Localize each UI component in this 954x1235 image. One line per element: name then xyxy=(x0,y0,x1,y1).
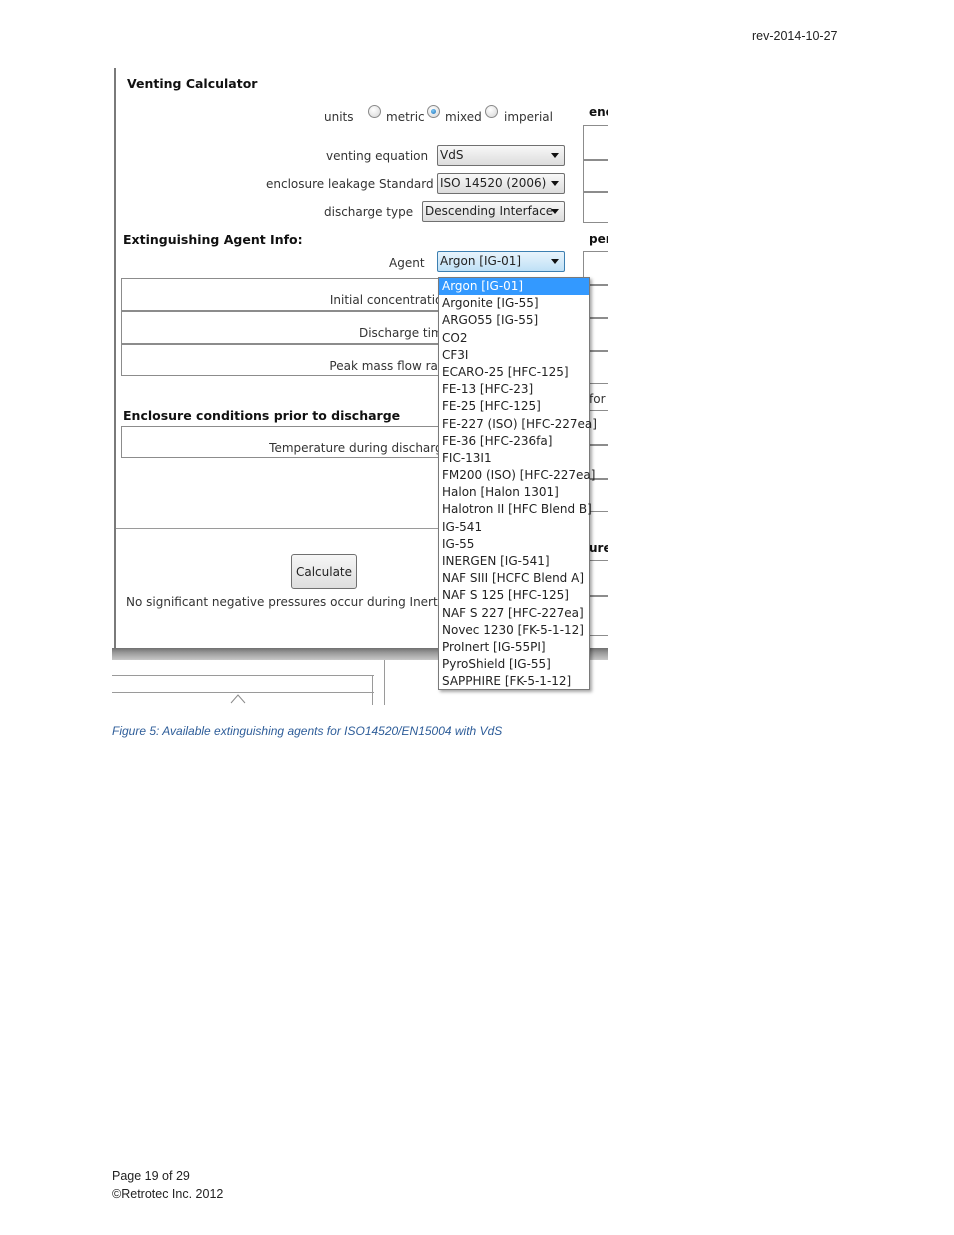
agent-option[interactable]: ARGO55 [IG-55] xyxy=(439,312,589,329)
units-option-imperial: imperial xyxy=(504,110,553,124)
agent-option[interactable]: CO2 xyxy=(439,330,589,347)
agent-option[interactable]: Novec 1230 [FK-5-1-12] xyxy=(439,622,589,639)
right-panel-field[interactable] xyxy=(583,125,608,160)
venting-equation-label: venting equation xyxy=(326,149,429,163)
units-radio-imperial[interactable] xyxy=(485,105,498,118)
agent-option[interactable]: FE-36 [HFC-236fa] xyxy=(439,433,589,450)
agent-option[interactable]: IG-55 xyxy=(439,536,589,553)
units-option-metric: metric xyxy=(386,110,425,124)
discharge-time-label: Discharge time xyxy=(358,326,450,340)
right-panel-field[interactable] xyxy=(583,160,608,192)
enclosure-leakage-standard-label: enclosure leakage Standard xyxy=(266,177,434,191)
chevron-down-icon xyxy=(551,209,559,214)
agent-value: Argon [IG-01] xyxy=(440,254,522,268)
peak-mass-flow-rate-row: Peak mass flow rate xyxy=(121,344,451,376)
window-title: Venting Calculator xyxy=(127,76,258,91)
divider xyxy=(116,528,446,529)
right-panel-header-fragment: per xyxy=(589,232,608,246)
agent-option[interactable]: Halotron II [HFC Blend B] xyxy=(439,501,592,518)
units-radio-mixed[interactable] xyxy=(427,105,440,118)
right-panel-field[interactable] xyxy=(583,192,608,223)
background-window-edge xyxy=(372,675,373,705)
discharge-type-value: Descending Interface xyxy=(425,204,554,218)
venting-equation-value: VdS xyxy=(440,148,464,162)
agent-label: Agent xyxy=(389,256,425,270)
peak-mass-flow-rate-label: Peak mass flow rate xyxy=(329,359,450,373)
chevron-down-icon xyxy=(551,181,559,186)
chevron-up-icon xyxy=(230,694,246,704)
units-option-mixed: mixed xyxy=(445,110,482,124)
agent-option[interactable]: ProInert [IG-55PI] xyxy=(439,639,589,656)
units-label: units xyxy=(324,110,354,124)
agent-option[interactable]: FE-227 (ISO) [HFC-227ea] xyxy=(439,416,597,433)
agent-option[interactable]: NAF SIII [HCFC Blend A] xyxy=(439,570,589,587)
units-radio-metric[interactable] xyxy=(368,105,381,118)
status-message: No significant negative pressures occur … xyxy=(126,595,458,609)
discharge-type-label: discharge type xyxy=(324,205,414,219)
agent-option[interactable]: NAF S 227 [HFC-227ea] xyxy=(439,605,589,622)
agent-option[interactable]: CF3I xyxy=(439,347,589,364)
footer-copyright: ©Retrotec Inc. 2012 xyxy=(112,1187,224,1201)
agent-option[interactable]: PyroShield [IG-55] xyxy=(439,656,589,673)
agent-option[interactable]: FE-25 [HFC-125] xyxy=(439,398,589,415)
discharge-type-select[interactable]: Descending Interface xyxy=(422,201,565,222)
agent-option[interactable]: ECARO-25 [HFC-125] xyxy=(439,364,589,381)
figure-caption: Figure 5: Available extinguishing agents… xyxy=(112,724,503,738)
agent-option[interactable]: Halon [Halon 1301] xyxy=(439,484,589,501)
background-window-edge xyxy=(112,675,374,676)
temperature-during-discharge-label: Temperature during discharge xyxy=(269,441,450,455)
chevron-down-icon xyxy=(551,259,559,264)
venting-equation-select[interactable]: VdS xyxy=(437,145,565,166)
agent-option[interactable]: IG-541 xyxy=(439,519,589,536)
venting-calculator-screenshot: Venting Calculator units metric mixed im… xyxy=(112,68,608,705)
agent-option[interactable]: FIC-13I1 xyxy=(439,450,589,467)
enclosure-section-title: Enclosure conditions prior to discharge xyxy=(123,408,401,423)
right-panel-header-fragment: ure xyxy=(589,541,608,555)
initial-concentration-row: Initial concentration xyxy=(121,278,451,311)
agent-option[interactable]: NAF S 125 [HFC-125] xyxy=(439,587,589,604)
agent-option[interactable]: Argonite [IG-55] xyxy=(439,295,589,312)
agent-option[interactable]: SAPPHIRE [FK-5-1-12] xyxy=(439,673,589,690)
temperature-during-discharge-row: Temperature during discharge xyxy=(121,426,451,458)
agent-option[interactable]: FE-13 [HFC-23] xyxy=(439,381,589,398)
agent-option[interactable]: INERGEN [IG-541] xyxy=(439,553,589,570)
initial-concentration-label: Initial concentration xyxy=(329,293,450,307)
revision-label: rev-2014-10-27 xyxy=(752,29,838,43)
agent-select[interactable]: Argon [IG-01] xyxy=(437,251,565,272)
enclosure-leakage-standard-value: ISO 14520 (2006) xyxy=(440,176,547,190)
chevron-down-icon xyxy=(551,153,559,158)
agent-dropdown-list[interactable]: Argon [IG-01] Argonite [IG-55] ARGO55 [IG-… xyxy=(438,277,597,690)
discharge-time-row: Discharge time xyxy=(121,311,451,344)
agent-option[interactable]: FM200 (ISO) [HFC-227ea] xyxy=(439,467,595,484)
agent-section-title: Extinguishing Agent Info: xyxy=(123,232,303,247)
calculate-button[interactable]: Calculate xyxy=(291,554,357,589)
footer-page-number: Page 19 of 29 xyxy=(112,1169,190,1183)
background-window-edge xyxy=(384,660,385,705)
right-panel-header-fragment: enc xyxy=(589,105,608,119)
agent-option[interactable]: Argon [IG-01] xyxy=(439,278,589,296)
right-panel-text-fragment: for xyxy=(589,392,606,406)
enclosure-leakage-standard-select[interactable]: ISO 14520 (2006) xyxy=(437,173,565,194)
